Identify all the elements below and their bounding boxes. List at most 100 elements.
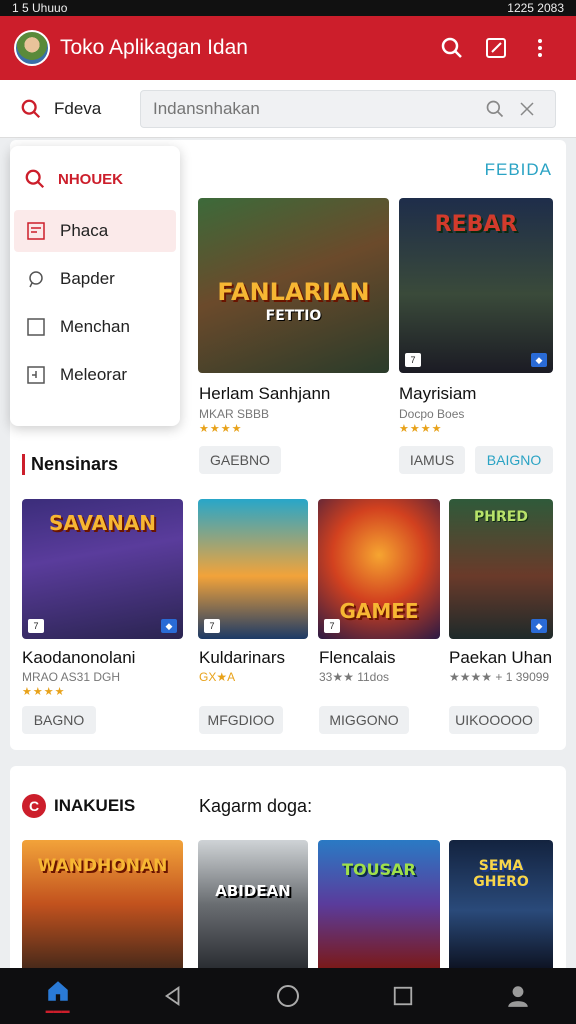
game-art-subtitle: FETTIO — [265, 308, 322, 324]
status-left: 1 5 Uhuuo — [12, 1, 68, 15]
dropdown-item-phaca[interactable]: Phaca — [14, 210, 176, 252]
game-tile[interactable]: TOUSAR — [318, 840, 440, 968]
featured-link[interactable]: FEBIDA — [485, 160, 552, 180]
dropdown-item-label: Meleorar — [60, 365, 128, 384]
game-tile[interactable]: SAVANAN 7 ◆ — [22, 499, 183, 639]
close-icon — [520, 101, 534, 116]
search-submit[interactable] — [479, 99, 511, 119]
search-button[interactable] — [430, 26, 474, 70]
search-icon — [21, 99, 41, 118]
clear-search-button[interactable] — [511, 100, 543, 118]
dropdown-item-label: Bapder — [60, 269, 115, 288]
status-bar: 1 5 Uhuuo 1225 2083 — [0, 0, 576, 16]
nav-home[interactable]: ▬▬▬ — [28, 968, 88, 1024]
game-name[interactable]: Mayrisiam — [399, 384, 476, 404]
game-action-button[interactable]: MFGDIOO — [199, 706, 283, 734]
nav-profile[interactable] — [488, 968, 548, 1024]
game-name[interactable]: Kuldarinars — [199, 648, 285, 668]
category-dropdown: NHOUEK Phaca Bapder Menchan Meleorar — [10, 146, 180, 426]
game-tile[interactable]: ABIDEAN — [198, 840, 308, 968]
game-name[interactable]: Flencalais — [319, 648, 396, 668]
game-action-button[interactable]: UIKOOOOO — [449, 706, 539, 734]
game-meta: ★★★★ + 1 39099 — [449, 670, 550, 684]
game-tile[interactable]: WANDHONAN — [22, 840, 183, 968]
nav-home-circle[interactable] — [258, 968, 318, 1024]
game-action-button[interactable]: IAMUS — [399, 446, 465, 474]
game-action-button[interactable]: MIGGONO — [319, 706, 409, 734]
platform-badge: ◆ — [531, 353, 547, 367]
rating-badge: 7 — [405, 353, 421, 367]
dropdown-item-label: Phaca — [60, 221, 109, 240]
game-meta: Docpo Boes — [399, 407, 465, 421]
game-stars: ★★★★ — [199, 423, 243, 435]
game-tile-featured-2[interactable]: REBAR 7 ◆ — [399, 198, 553, 373]
chat-icon — [24, 270, 48, 288]
nav-recents[interactable] — [373, 968, 433, 1024]
game-meta: 33★★ 11dos — [319, 670, 390, 684]
bottom-nav: ▬▬▬ — [0, 968, 576, 1024]
game-action-button[interactable]: BAGNO — [22, 706, 96, 734]
edit-button[interactable] — [474, 26, 518, 70]
avatar[interactable] — [14, 30, 50, 66]
section-title: INAKUEIS — [54, 796, 136, 815]
game-meta: MRAO AS31 DGH — [22, 670, 121, 684]
person-icon — [508, 986, 529, 1007]
rating-badge: 7 — [204, 619, 220, 633]
back-triangle-icon — [164, 986, 180, 1006]
game-tile[interactable]: 7 — [198, 499, 308, 639]
game-meta: GX★A — [199, 670, 236, 684]
platform-badge: ◆ — [531, 619, 547, 633]
search-input[interactable] — [153, 98, 479, 119]
search-icon — [486, 100, 504, 117]
search-icon — [25, 169, 45, 189]
square-icon — [24, 318, 48, 336]
game-tile[interactable]: PHRED ◆ — [449, 499, 553, 639]
nav-home-underline: ▬▬▬ — [45, 1005, 70, 1015]
search-label: Fdeva — [54, 98, 102, 118]
game-art-title: FANLARIAN — [217, 278, 370, 306]
app-title: Toko Aplikagan Idan — [60, 36, 248, 59]
edit-icon — [486, 38, 506, 58]
more-menu-button[interactable] — [518, 26, 562, 70]
game-tile-featured-1[interactable]: FANLARIAN FETTIO — [198, 198, 389, 373]
game-art-title: ABIDEAN — [215, 882, 291, 900]
game-art-title: TOUSAR — [342, 860, 416, 879]
section-title: Nensinars — [22, 454, 118, 475]
nav-back[interactable] — [143, 968, 203, 1024]
search-bar: Fdeva — [0, 80, 576, 138]
game-art — [198, 499, 308, 639]
browser-icon — [24, 222, 48, 240]
section-subtitle: Kagarm doga: — [199, 796, 313, 816]
circle-icon — [276, 985, 299, 1007]
search-icon — [441, 37, 462, 58]
game-secondary-button[interactable]: BAIGNO — [475, 446, 553, 474]
section-logo-icon: C — [22, 794, 46, 818]
search-box[interactable] — [140, 89, 556, 128]
game-name[interactable]: Paekan Uhan — [449, 648, 552, 668]
download-box-icon — [24, 366, 48, 384]
rating-badge: 7 — [28, 619, 44, 633]
dropdown-header-label: NHOUEK — [58, 170, 124, 188]
game-name[interactable]: Kaodanonolani — [22, 648, 135, 668]
dropdown-item-bapder[interactable]: Bapder — [14, 258, 176, 300]
game-name[interactable]: Herlam Sanhjann — [199, 384, 330, 404]
game-action-button[interactable]: GAEBNO — [199, 446, 281, 474]
game-tile[interactable]: SEMA GHERO — [449, 840, 553, 968]
game-art-title: PHRED — [474, 509, 528, 525]
game-tile[interactable]: GAMEE 7 — [318, 499, 440, 639]
dropdown-item-label: Menchan — [60, 317, 130, 336]
platform-badge: ◆ — [161, 619, 177, 633]
status-right: 1225 2083 — [507, 1, 564, 15]
game-art-title: WANDHONAN — [37, 856, 168, 876]
game-art-title: SEMA GHERO — [473, 858, 529, 890]
rating-badge: 7 — [324, 619, 340, 633]
game-art-title: REBAR — [434, 212, 518, 237]
dropdown-item-menchan[interactable]: Menchan — [14, 306, 176, 348]
game-art-title: SAVANAN — [48, 511, 157, 535]
more-vertical-icon — [538, 39, 542, 57]
game-stars: ★★★★ — [399, 423, 443, 435]
game-stars: ★★★★ — [22, 686, 66, 698]
square-icon — [393, 986, 413, 1006]
dropdown-item-meleorar[interactable]: Meleorar — [14, 354, 176, 396]
dropdown-header[interactable]: NHOUEK — [10, 154, 180, 204]
